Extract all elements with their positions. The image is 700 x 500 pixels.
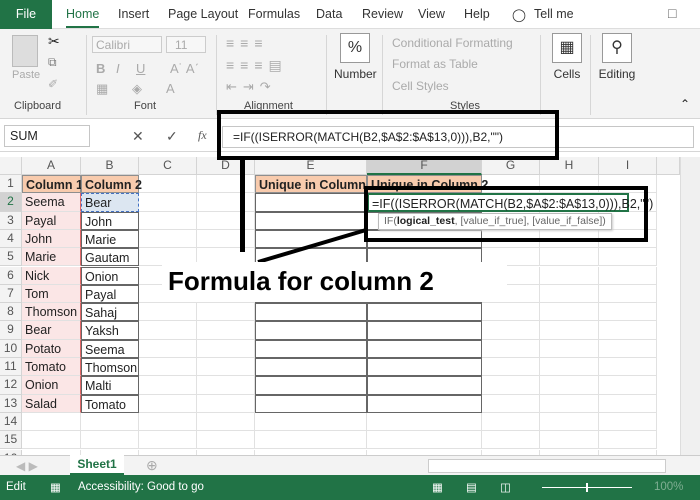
annotation-connector (257, 228, 367, 264)
annotation-label: Formula for column 2 (162, 262, 507, 302)
annotation-box-cell-formula (364, 186, 648, 242)
